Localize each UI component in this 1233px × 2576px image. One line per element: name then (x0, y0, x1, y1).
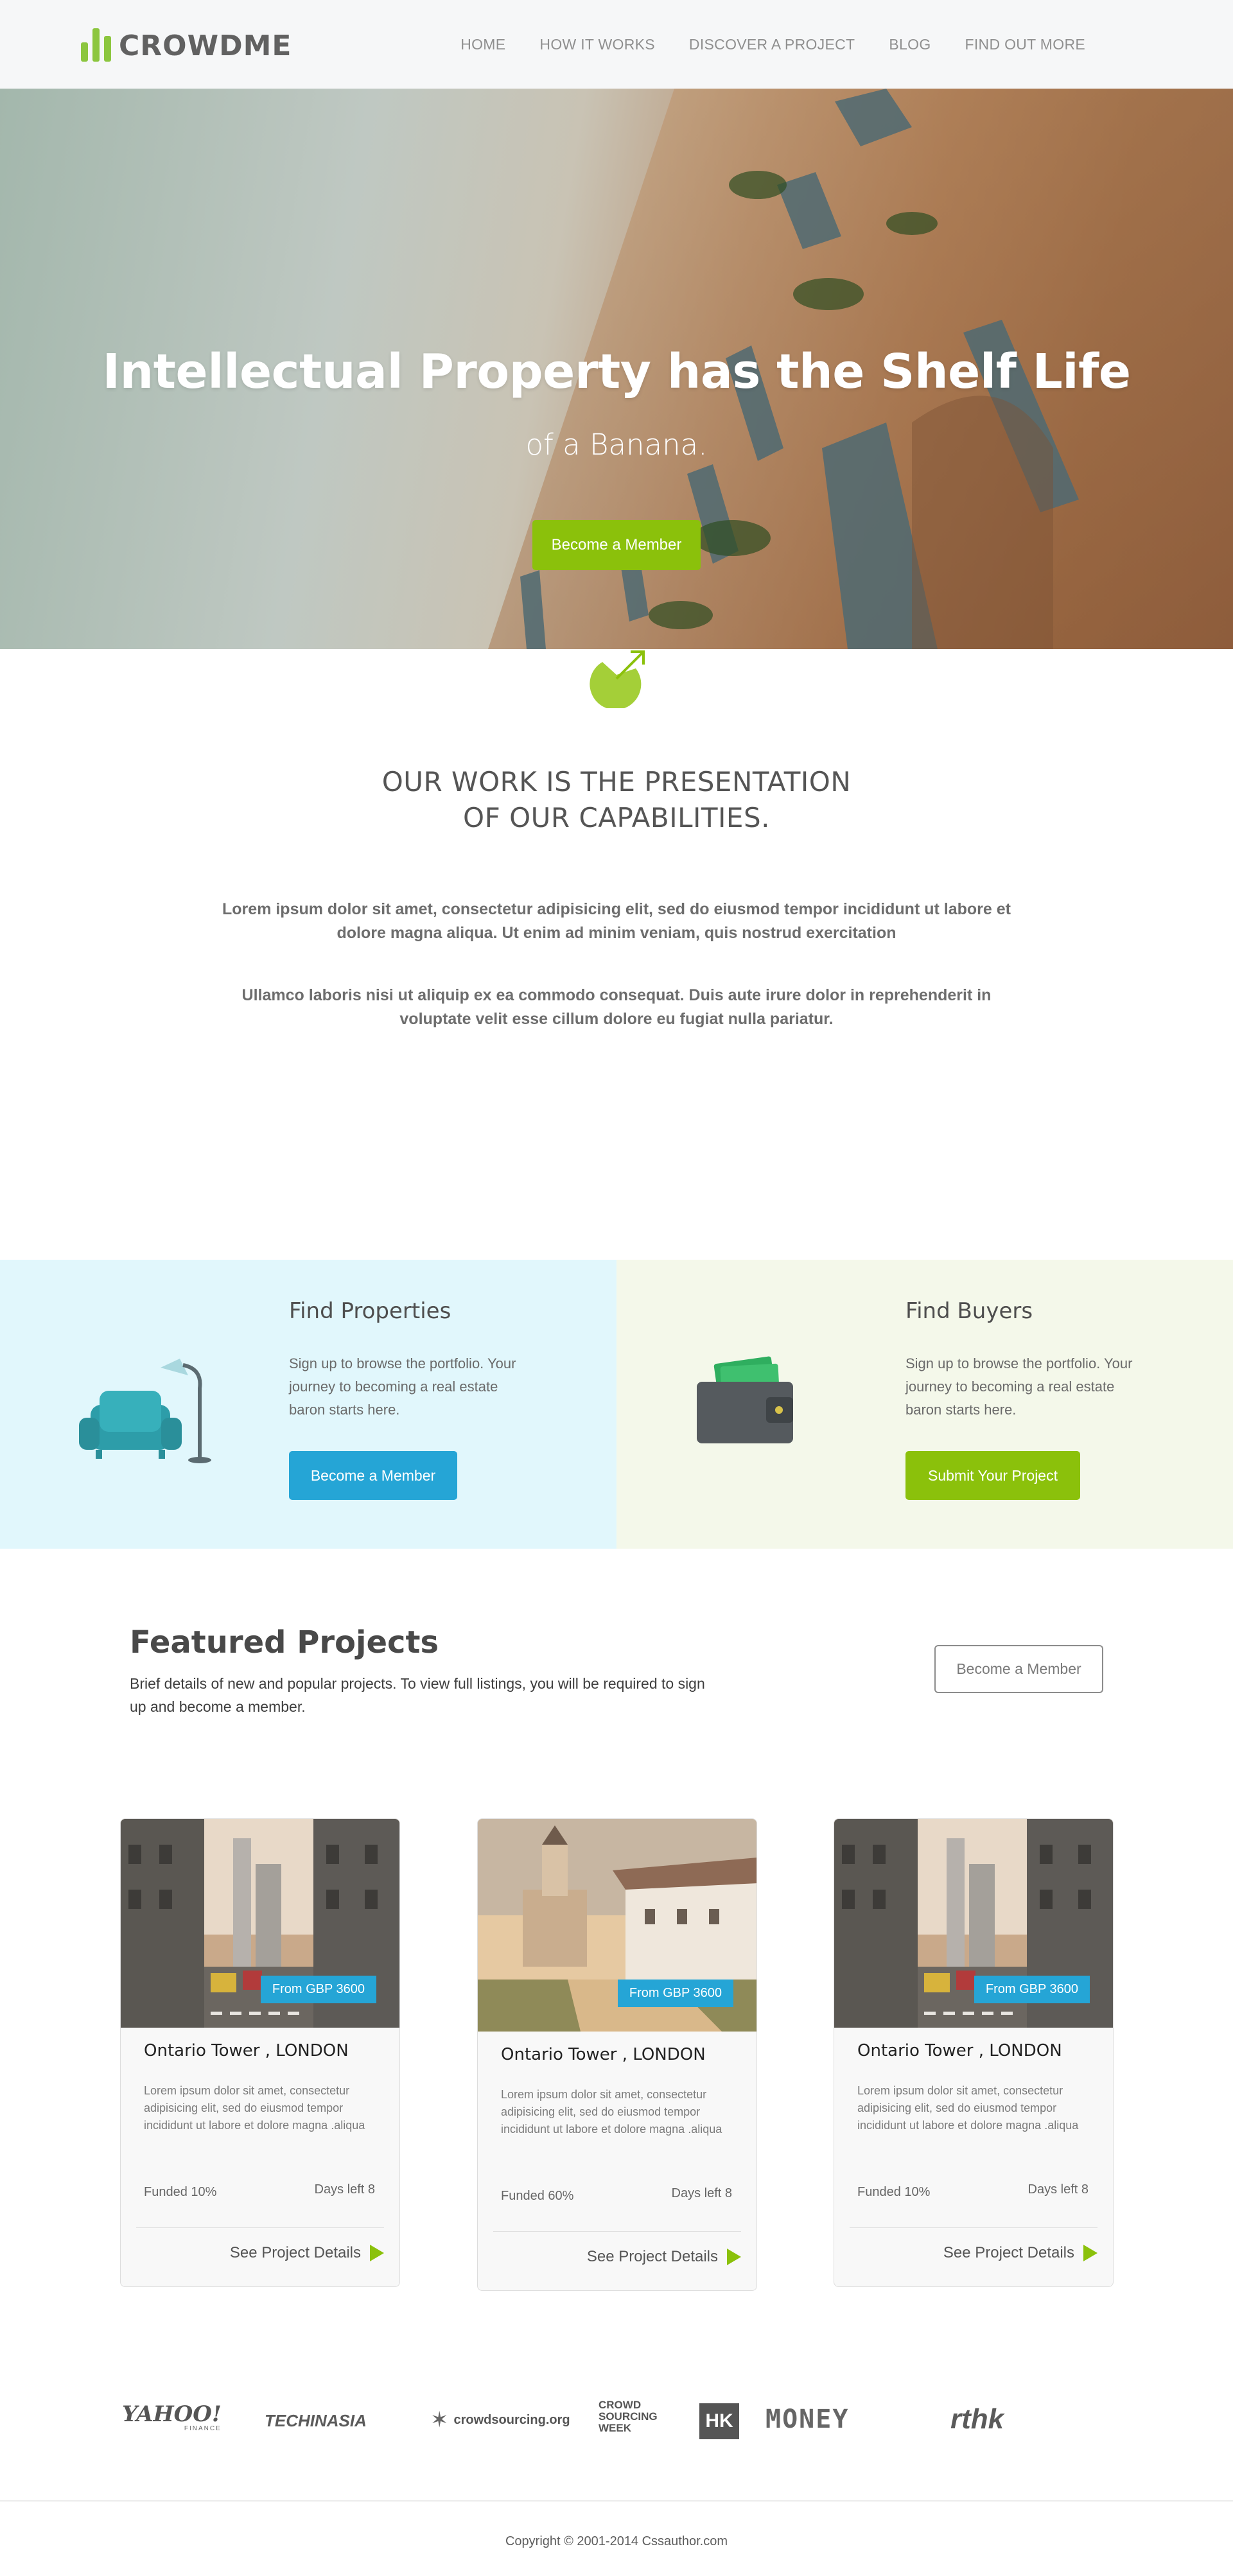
project-image: From GBP 3600 (834, 1819, 1113, 2028)
nav-blog[interactable]: BLOG (889, 36, 931, 53)
project-text: Lorem ipsum dolor sit amet, consectetur … (144, 2084, 365, 2132)
crowdsourcing-org-logo[interactable]: ✶ crowdsourcing.org (430, 2407, 570, 2433)
copyright-text: Copyright © 2001-2014 Cssauthor.com (505, 2534, 728, 2548)
nav-how-it-works[interactable]: HOW IT WORKS (539, 36, 655, 53)
see-details-label: See Project Details (229, 2244, 361, 2261)
card-divider (493, 2231, 741, 2232)
pie-chart-arrow-icon (590, 650, 645, 708)
find-properties-panel: Find Properties Sign up to browse the po… (0, 1260, 616, 1549)
intro-title-line2: OF OUR CAPABILITIES. (463, 802, 770, 833)
project-image: From GBP 3600 (121, 1819, 399, 2028)
project-card[interactable]: From GBP 3600 Ontario Tower , LONDON Lor… (120, 1818, 400, 2287)
find-properties-title: Find Properties (289, 1298, 451, 1324)
hk-logo[interactable]: HK (699, 2403, 739, 2439)
money-logo[interactable]: MONEY (765, 2405, 849, 2434)
project-card[interactable]: From GBP 3600 Ontario Tower , LONDON Lor… (477, 1818, 757, 2291)
star-icon: ✶ (430, 2408, 449, 2432)
price-badge: From GBP 3600 (974, 1976, 1090, 2003)
techinasia-logo[interactable]: TECHINASIA (265, 2411, 367, 2431)
wallet-icon (697, 1356, 793, 1443)
project-card[interactable]: From GBP 3600 Ontario Tower , LONDON Lor… (834, 1818, 1114, 2287)
card-divider (136, 2227, 384, 2228)
project-image: From GBP 3600 (478, 1819, 756, 2032)
featured-become-member-button[interactable]: Become a Member (934, 1645, 1103, 1693)
see-details-link[interactable]: See Project Details (587, 2248, 741, 2266)
intro-section: OUR WORK IS THE PRESENTATION OF OUR CAPA… (0, 649, 1233, 1254)
rthk-logo[interactable]: rthk (950, 2403, 1004, 2435)
brand-name: CROWDME (119, 30, 292, 62)
split-cta-section: Find Properties Sign up to browse the po… (0, 1260, 1233, 1549)
nav-find-out-more[interactable]: FIND OUT MORE (965, 36, 1085, 53)
nav-home[interactable]: HOME (460, 36, 505, 53)
featured-title: Featured Projects (130, 1624, 439, 1660)
project-title[interactable]: Ontario Tower , LONDON (501, 2045, 706, 2064)
project-text: Lorem ipsum dolor sit amet, consectetur … (501, 2088, 722, 2136)
brand-logo[interactable]: CROWDME (81, 26, 292, 62)
intro-paragraph-2: Ullamco laboris nisi ut aliquip ex ea co… (241, 986, 992, 1028)
yahoo-finance-logo[interactable]: YAHOO! FINANCE (122, 2403, 222, 2432)
funded-status: Funded 10% (857, 2185, 931, 2199)
nav-discover-project[interactable]: DISCOVER A PROJECT (689, 36, 855, 53)
card-divider (850, 2227, 1097, 2228)
play-arrow-icon (370, 2245, 384, 2261)
see-details-label: See Project Details (943, 2244, 1074, 2261)
funded-status: Funded 60% (501, 2189, 574, 2203)
properties-become-member-button[interactable]: Become a Member (289, 1451, 457, 1500)
project-title[interactable]: Ontario Tower , LONDON (144, 2041, 349, 2060)
funded-status: Funded 10% (144, 2185, 217, 2199)
find-buyers-text: Sign up to browse the portfolio. Your jo… (905, 1355, 1133, 1418)
hero-become-member-button[interactable]: Become a Member (532, 520, 701, 570)
days-left: Days left 8 (314, 2182, 375, 2197)
submit-project-button[interactable]: Submit Your Project (905, 1451, 1080, 1500)
days-left: Days left 8 (671, 2186, 732, 2200)
hero-subtitle: of a Banana. (525, 428, 708, 462)
find-buyers-title: Find Buyers (905, 1298, 1033, 1324)
find-buyers-panel: Find Buyers Sign up to browse the portfo… (616, 1260, 1233, 1549)
footer-divider (0, 2500, 1233, 2502)
price-badge: From GBP 3600 (260, 1976, 376, 2003)
top-nav: CROWDME HOME HOW IT WORKS DISCOVER A PRO… (0, 0, 1233, 89)
see-details-label: See Project Details (586, 2248, 718, 2265)
play-arrow-icon (727, 2249, 741, 2265)
days-left: Days left 8 (1028, 2182, 1089, 2197)
hero-section: Intellectual Property has the Shelf Life… (0, 89, 1233, 649)
project-text: Lorem ipsum dolor sit amet, consectetur … (857, 2084, 1079, 2132)
featured-description: Brief details of new and popular project… (130, 1675, 705, 1715)
crowdsourcing-week-logo[interactable]: CROWD SOURCING WEEK (599, 2399, 669, 2434)
logo-bars-icon (81, 28, 111, 62)
armchair-lamp-icon (79, 1359, 211, 1463)
intro-title: OUR WORK IS THE PRESENTATION OF OUR CAPA… (0, 764, 1233, 836)
see-details-link[interactable]: See Project Details (943, 2244, 1097, 2262)
intro-title-line1: OUR WORK IS THE PRESENTATION (381, 766, 852, 797)
main-menu: HOME HOW IT WORKS DISCOVER A PROJECT BLO… (460, 36, 1085, 53)
hero-title: Intellectual Property has the Shelf Life (102, 344, 1131, 399)
intro-paragraph-1: Lorem ipsum dolor sit amet, consectetur … (222, 900, 1011, 942)
project-title[interactable]: Ontario Tower , LONDON (857, 2041, 1062, 2060)
see-details-link[interactable]: See Project Details (230, 2244, 384, 2262)
partner-logos: YAHOO! FINANCE TECHINASIA ✶ crowdsourcin… (122, 2398, 1098, 2443)
price-badge: From GBP 3600 (617, 1980, 733, 2007)
play-arrow-icon (1083, 2245, 1097, 2261)
find-properties-text: Sign up to browse the portfolio. Your jo… (289, 1355, 516, 1418)
